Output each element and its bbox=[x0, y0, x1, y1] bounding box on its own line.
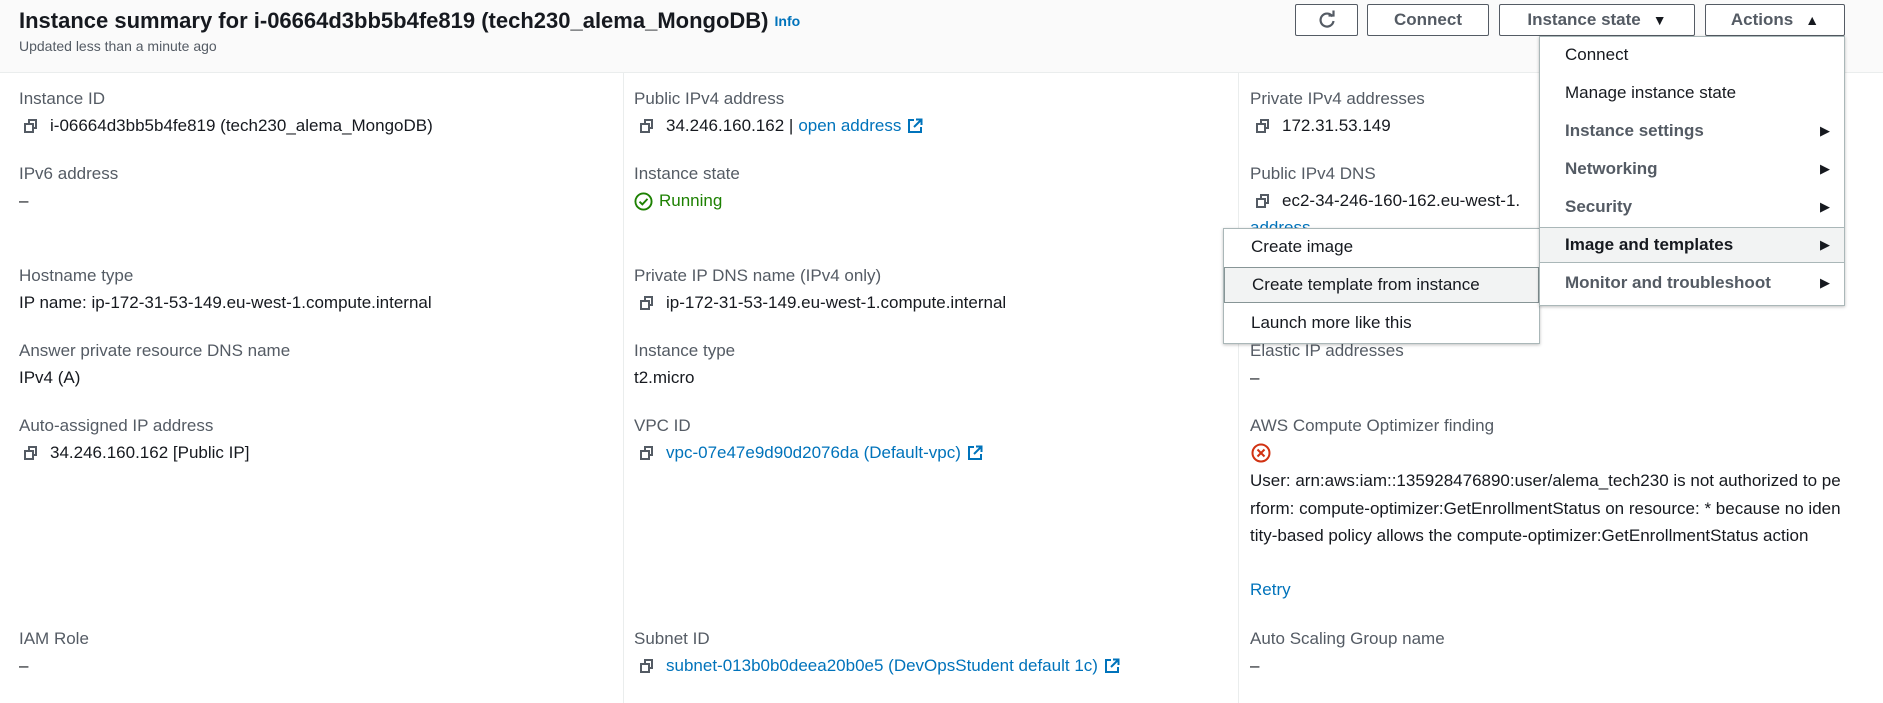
public-dns-label: Public IPv4 DNS bbox=[1250, 164, 1376, 183]
instance-state-field-label: Instance state bbox=[634, 164, 740, 183]
page-title: Instance summary for i-06664d3bb5b4fe819… bbox=[19, 8, 800, 34]
menu-item-label: Networking bbox=[1565, 159, 1658, 178]
private-ipv4-label: Private IPv4 addresses bbox=[1250, 89, 1425, 108]
public-dns-text: ec2-34-246-160-162.eu-west-1. bbox=[1282, 191, 1521, 210]
copy-icon[interactable] bbox=[640, 659, 654, 673]
caret-right-icon: ▶ bbox=[1820, 161, 1830, 176]
elastic-ip-value: – bbox=[1250, 368, 1260, 387]
menu-item-label: Instance settings bbox=[1565, 121, 1704, 140]
caret-down-icon: ▼ bbox=[1652, 12, 1667, 28]
subnet-id-link[interactable]: subnet-013b0b0deea20b0e5 (DevOpsStudent … bbox=[666, 656, 1098, 676]
asg-name-value: – bbox=[1250, 656, 1260, 675]
private-dns-value: ip-172-31-53-149.eu-west-1.compute.inter… bbox=[640, 293, 1006, 313]
refresh-button[interactable] bbox=[1295, 4, 1358, 36]
instance-type-label: Instance type bbox=[634, 341, 736, 360]
column-divider bbox=[623, 72, 624, 703]
copy-icon[interactable] bbox=[640, 296, 654, 310]
instance-id-text: i-06664d3bb5b4fe819 (tech230_alema_Mongo… bbox=[50, 116, 433, 135]
external-link-icon bbox=[967, 445, 983, 460]
info-link[interactable]: Info bbox=[775, 13, 801, 29]
instance-state-value: Running bbox=[634, 191, 722, 211]
iam-role-label: IAM Role bbox=[19, 629, 89, 648]
actions-label: Actions bbox=[1730, 10, 1794, 29]
last-updated-text: Updated less than a minute ago bbox=[19, 38, 217, 54]
optimizer-status bbox=[1251, 443, 1271, 463]
menu-item-manage-state[interactable]: Manage instance state bbox=[1540, 75, 1844, 111]
open-address-link[interactable]: open address bbox=[798, 116, 901, 136]
external-link-icon bbox=[1104, 658, 1120, 673]
caret-right-icon: ▶ bbox=[1820, 275, 1830, 290]
caret-right-icon: ▶ bbox=[1820, 237, 1830, 252]
iam-role-value: – bbox=[19, 656, 29, 675]
vpc-id-label: VPC ID bbox=[634, 416, 691, 435]
ipv6-value: – bbox=[19, 191, 29, 210]
ipv6-label: IPv6 address bbox=[19, 164, 119, 183]
menu-item-label: Security bbox=[1565, 197, 1633, 216]
refresh-icon bbox=[1318, 10, 1335, 28]
page-title-text: Instance summary for i-06664d3bb5b4fe819… bbox=[19, 8, 769, 33]
menu-item-launch-more[interactable]: Launch more like this bbox=[1224, 305, 1539, 341]
copy-icon[interactable] bbox=[640, 446, 654, 460]
menu-item-networking[interactable]: Networking ▶ bbox=[1540, 151, 1844, 187]
menu-item-security[interactable]: Security ▶ bbox=[1540, 189, 1844, 225]
copy-icon[interactable] bbox=[1256, 119, 1270, 133]
external-link-icon bbox=[908, 118, 923, 133]
public-ipv4-label: Public IPv4 address bbox=[634, 89, 785, 108]
private-dns-label: Private IP DNS name (IPv4 only) bbox=[634, 266, 882, 285]
instance-state-label: Instance state bbox=[1527, 10, 1641, 29]
menu-item-instance-settings[interactable]: Instance settings ▶ bbox=[1540, 113, 1844, 149]
retry-link[interactable]: Retry bbox=[1250, 580, 1291, 600]
hostname-type-label: Hostname type bbox=[19, 266, 134, 285]
vpc-id-value: vpc-07e47e9d90d2076da (Default-vpc) bbox=[640, 443, 983, 463]
column-divider bbox=[1238, 72, 1239, 703]
vpc-id-link[interactable]: vpc-07e47e9d90d2076da (Default-vpc) bbox=[666, 443, 961, 463]
menu-item-label: Monitor and troubleshoot bbox=[1565, 273, 1771, 292]
actions-button[interactable]: Actions ▲ bbox=[1705, 4, 1845, 36]
check-circle-icon bbox=[634, 191, 653, 211]
subnet-id-label: Subnet ID bbox=[634, 629, 710, 648]
hostname-type-value: IP name: ip-172-31-53-149.eu-west-1.comp… bbox=[19, 293, 432, 312]
instance-id-label: Instance ID bbox=[19, 89, 105, 108]
instance-state-button[interactable]: Instance state ▼ bbox=[1499, 4, 1695, 36]
public-ipv4-text: 34.246.160.162 | bbox=[666, 116, 794, 135]
auto-ip-text: 34.246.160.162 [Public IP] bbox=[50, 443, 250, 462]
elastic-ip-label: Elastic IP addresses bbox=[1250, 341, 1404, 360]
copy-icon[interactable] bbox=[640, 119, 654, 133]
copy-icon[interactable] bbox=[24, 119, 38, 133]
menu-item-label: Image and templates bbox=[1565, 235, 1734, 254]
instance-id-value: i-06664d3bb5b4fe819 (tech230_alema_Mongo… bbox=[24, 116, 433, 136]
answer-dns-label: Answer private resource DNS name bbox=[19, 341, 291, 360]
error-icon bbox=[1251, 443, 1271, 463]
menu-item-create-image[interactable]: Create image bbox=[1224, 229, 1539, 265]
menu-item-monitor[interactable]: Monitor and troubleshoot ▶ bbox=[1540, 265, 1844, 301]
optimizer-label: AWS Compute Optimizer finding bbox=[1250, 416, 1495, 435]
public-dns-value: ec2-34-246-160-162.eu-west-1. bbox=[1256, 191, 1520, 211]
copy-icon[interactable] bbox=[24, 446, 38, 460]
optimizer-error-message: User: arn:aws:iam::135928476890:user/ale… bbox=[1250, 471, 1841, 545]
private-ipv4-value: 172.31.53.149 bbox=[1256, 116, 1391, 136]
auto-ip-label: Auto-assigned IP address bbox=[19, 416, 214, 435]
menu-item-create-template[interactable]: Create template from instance bbox=[1224, 267, 1539, 303]
private-dns-text: ip-172-31-53-149.eu-west-1.compute.inter… bbox=[666, 293, 1007, 312]
connect-button-label: Connect bbox=[1394, 10, 1462, 29]
menu-item-connect[interactable]: Connect bbox=[1540, 37, 1844, 73]
actions-menu: Connect Manage instance state Instance s… bbox=[1539, 36, 1845, 306]
image-templates-submenu: Create image Create template from instan… bbox=[1223, 228, 1540, 344]
asg-name-label: Auto Scaling Group name bbox=[1250, 629, 1445, 648]
running-status: Running bbox=[659, 191, 723, 210]
answer-dns-value: IPv4 (A) bbox=[19, 368, 81, 387]
caret-right-icon: ▶ bbox=[1820, 123, 1830, 138]
menu-item-image-templates[interactable]: Image and templates ▶ bbox=[1540, 227, 1844, 263]
caret-up-icon: ▲ bbox=[1805, 12, 1820, 28]
copy-icon[interactable] bbox=[1256, 194, 1270, 208]
auto-ip-value: 34.246.160.162 [Public IP] bbox=[24, 443, 249, 463]
instance-type-value: t2.micro bbox=[634, 368, 695, 387]
caret-right-icon: ▶ bbox=[1820, 199, 1830, 214]
subnet-id-value: subnet-013b0b0deea20b0e5 (DevOpsStudent … bbox=[640, 656, 1120, 676]
connect-button[interactable]: Connect bbox=[1367, 4, 1489, 36]
private-ipv4-text: 172.31.53.149 bbox=[1282, 116, 1391, 135]
public-ipv4-value: 34.246.160.162 | open address bbox=[640, 116, 923, 136]
